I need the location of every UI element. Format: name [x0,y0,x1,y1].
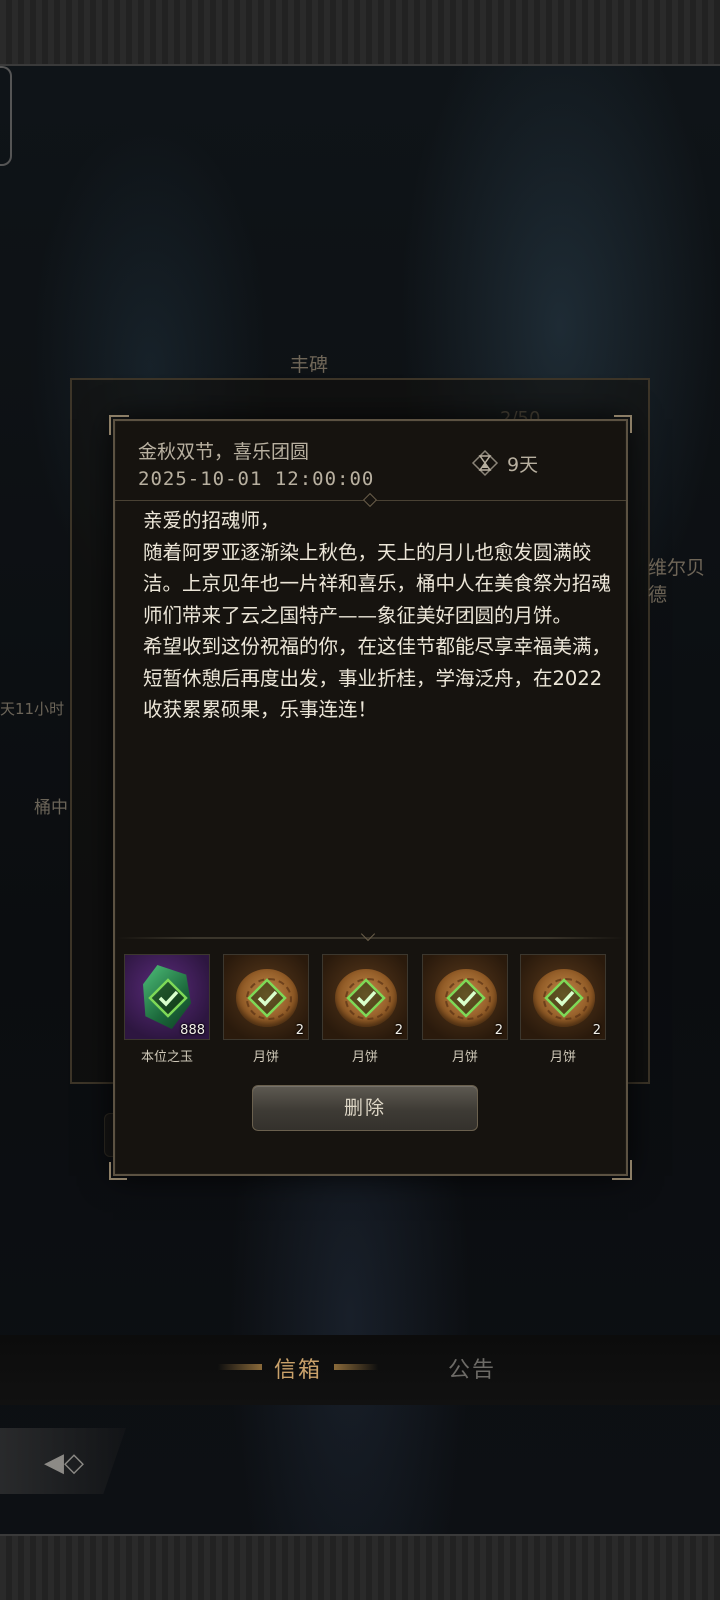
item-name: 月饼 [549,1050,576,1065]
attachment-item[interactable]: 2 月饼 [322,954,408,1065]
tab-notice[interactable]: 公告 [448,1352,496,1384]
item-slot: 2 [520,954,606,1040]
claimed-check-icon [148,978,188,1018]
attachment-item[interactable]: 888 本位之玉 [124,954,210,1065]
item-count: 888 [180,1023,205,1038]
claimed-check-icon [247,978,287,1018]
background-panel-title: 丰碑 [290,354,329,376]
expire-indicator: 9天 [471,449,538,477]
mail-datetime: 2025-10-01 12:00:00 [138,468,375,490]
background-side-text-left-1: 天11小时 [0,700,65,718]
corner-ornament [614,415,632,433]
mail-body: 亲爱的招魂师， 随着阿罗亚逐渐染上秋色，天上的月儿也愈发圆满皎洁。上京见年也一片… [143,509,612,721]
claimed-check-icon [544,978,584,1018]
expire-days: 9天 [507,453,539,476]
item-count: 2 [394,1023,403,1038]
item-slot: 2 [322,954,408,1040]
item-name: 本位之玉 [140,1050,193,1065]
mail-title: 金秋双节，喜乐团圆 [138,441,310,463]
top-frame [0,0,720,66]
claimed-check-icon [446,978,486,1018]
item-slot: 2 [223,954,309,1040]
item-name: 月饼 [252,1050,279,1065]
back-arrow-icon: ◀◇ [44,1448,84,1478]
attachment-item[interactable]: 2 月饼 [422,954,508,1065]
background-side-text-right: 维尔贝德 [648,557,706,606]
bottom-frame [0,1534,720,1600]
item-name: 月饼 [351,1050,378,1065]
mail-detail-modal: 金秋双节，喜乐团圆 2025-10-01 12:00:00 9天 亲爱的招魂师，… [109,415,632,1180]
attachment-item[interactable]: 2 月饼 [223,954,309,1065]
item-count: 2 [295,1023,304,1038]
left-edge-decoration [0,66,12,166]
corner-ornament [109,1162,127,1180]
background-side-text-left-2: 桶中 [34,798,68,818]
delete-button[interactable]: 删除 [252,1085,478,1131]
item-slot: 888 [124,954,210,1040]
hourglass-icon [471,449,499,477]
item-count: 2 [592,1023,601,1038]
tab-mailbox[interactable]: 信箱 [217,1352,322,1384]
item-count: 2 [494,1023,503,1038]
attachments-row: 888 本位之玉 2 月饼 2 月饼 2 月饼 2 月饼 [124,954,619,1065]
item-name: 月饼 [451,1050,478,1065]
item-slot: 2 [422,954,508,1040]
claimed-check-icon [346,978,386,1018]
attachment-item[interactable]: 2 月饼 [520,954,606,1065]
tabs-bar [0,1335,720,1405]
